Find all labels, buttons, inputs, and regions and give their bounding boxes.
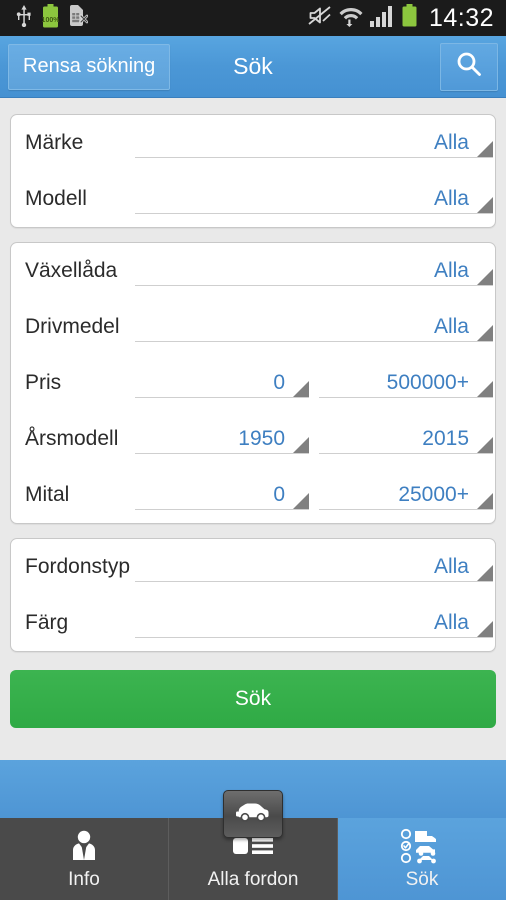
filter-row-fields: 1950 2015 xyxy=(135,411,495,467)
field-value: 0 xyxy=(273,371,285,394)
dropdown-corner-icon xyxy=(293,493,309,509)
car-fab-button[interactable] xyxy=(223,790,283,838)
filter-row-label: Färg xyxy=(25,611,69,634)
field-value: 1950 xyxy=(238,427,285,450)
submit-search-button[interactable]: Sök xyxy=(10,670,496,728)
filter-field-min[interactable]: 0 xyxy=(135,355,311,411)
person-info-icon xyxy=(67,827,101,865)
filter-card: Växellåda Alla Drivmedel Alla Pris 0 500000+ År… xyxy=(10,242,496,524)
filter-field-value[interactable]: Alla xyxy=(135,595,495,651)
usb-icon xyxy=(16,4,32,32)
action-bar: Rensa sökning Sök xyxy=(0,36,506,98)
filter-row[interactable]: Växellåda Alla xyxy=(11,243,495,299)
filter-field-value[interactable]: Alla xyxy=(135,115,495,171)
battery-icon xyxy=(402,4,417,32)
filter-row-fields: Alla xyxy=(135,539,495,595)
dropdown-corner-icon xyxy=(477,141,493,157)
status-icons-left: 100% xyxy=(8,3,89,33)
filter-row-fields: Alla xyxy=(135,171,495,227)
filter-row[interactable]: Modell Alla xyxy=(11,171,495,227)
svg-text:100%: 100% xyxy=(42,17,59,24)
tab-search-label: Sök xyxy=(405,869,439,890)
field-value: Alla xyxy=(433,187,469,210)
filter-row[interactable]: Pris 0 500000+ xyxy=(11,355,495,411)
vehicle-filter-icon xyxy=(400,827,444,865)
app-root: 100% 14:32 Rensa sökning Sök Märke Alla … xyxy=(0,0,506,900)
filter-row-label: Drivmedel xyxy=(25,315,120,338)
battery-100-icon: 100% xyxy=(42,3,60,33)
filter-field-max[interactable]: 2015 xyxy=(319,411,495,467)
magnifier-icon xyxy=(454,49,484,84)
dropdown-corner-icon xyxy=(477,381,493,397)
filter-row-fields: Alla xyxy=(135,243,495,299)
filter-row-fields: Alla xyxy=(135,115,495,171)
filter-row-fields: Alla xyxy=(135,299,495,355)
field-value: Alla xyxy=(433,611,469,634)
car-icon xyxy=(235,801,271,828)
dropdown-corner-icon xyxy=(477,493,493,509)
filter-field-min[interactable]: 0 xyxy=(135,467,311,523)
wifi-transfer-icon xyxy=(339,5,363,32)
status-clock: 14:32 xyxy=(428,3,494,32)
filter-row[interactable]: Årsmodell 1950 2015 xyxy=(11,411,495,467)
filter-row[interactable]: Fordonstyp Alla xyxy=(11,539,495,595)
dropdown-corner-icon xyxy=(477,621,493,637)
filter-row-label: Växellåda xyxy=(25,259,118,282)
filter-field-max[interactable]: 500000+ xyxy=(319,355,495,411)
field-value: 500000+ xyxy=(386,371,469,394)
tab-info-label: Info xyxy=(68,869,100,890)
filter-row-label: Märke xyxy=(25,131,84,154)
dropdown-corner-icon xyxy=(293,381,309,397)
dropdown-corner-icon xyxy=(477,437,493,453)
dropdown-corner-icon xyxy=(477,269,493,285)
filter-row-label: Mital xyxy=(25,483,70,506)
filter-row-fields: Alla xyxy=(135,595,495,651)
filter-field-value[interactable]: Alla xyxy=(135,243,495,299)
field-value: Alla xyxy=(433,555,469,578)
filter-row[interactable]: Färg Alla xyxy=(11,595,495,651)
field-value: 2015 xyxy=(422,427,469,450)
filter-card: Märke Alla Modell Alla xyxy=(10,114,496,228)
filter-row-fields: 0 500000+ xyxy=(135,355,495,411)
sim-card-error-icon xyxy=(69,4,89,32)
filter-field-value[interactable]: Alla xyxy=(135,171,495,227)
signal-bars-icon xyxy=(369,5,395,32)
clear-search-button[interactable]: Rensa sökning xyxy=(8,43,171,90)
mute-icon xyxy=(308,5,332,31)
field-value: Alla xyxy=(433,131,469,154)
field-value: Alla xyxy=(433,259,469,282)
dropdown-corner-icon xyxy=(293,437,309,453)
status-bar: 100% 14:32 xyxy=(0,0,506,36)
tab-search[interactable]: Sök xyxy=(338,818,506,900)
dropdown-corner-icon xyxy=(477,325,493,341)
dropdown-corner-icon xyxy=(477,197,493,213)
filter-row-label: Pris xyxy=(25,371,62,394)
filter-row-label: Fordonstyp xyxy=(25,555,131,578)
tab-all-vehicles-label: Alla fordon xyxy=(207,869,299,890)
filter-row[interactable]: Mital 0 25000+ xyxy=(11,467,495,523)
filter-row-fields: 0 25000+ xyxy=(135,467,495,523)
filter-row-label: Årsmodell xyxy=(25,427,119,450)
filter-row[interactable]: Drivmedel Alla xyxy=(11,299,495,355)
filter-field-max[interactable]: 25000+ xyxy=(319,467,495,523)
tab-info[interactable]: Info xyxy=(0,818,169,900)
field-value: 25000+ xyxy=(398,483,469,506)
field-value: 0 xyxy=(273,483,285,506)
status-icons-right: 14:32 xyxy=(308,4,498,33)
filter-row-label: Modell xyxy=(25,187,87,210)
filter-card: Fordonstyp Alla Färg Alla xyxy=(10,538,496,652)
filter-field-min[interactable]: 1950 xyxy=(135,411,311,467)
dropdown-corner-icon xyxy=(477,565,493,581)
search-action-button[interactable] xyxy=(440,42,498,91)
filter-field-value[interactable]: Alla xyxy=(135,299,495,355)
field-value: Alla xyxy=(433,315,469,338)
filter-row[interactable]: Märke Alla xyxy=(11,115,495,171)
filter-cards: Märke Alla Modell Alla Växellåda Alla Drivmede… xyxy=(0,114,506,652)
filter-field-value[interactable]: Alla xyxy=(135,539,495,595)
